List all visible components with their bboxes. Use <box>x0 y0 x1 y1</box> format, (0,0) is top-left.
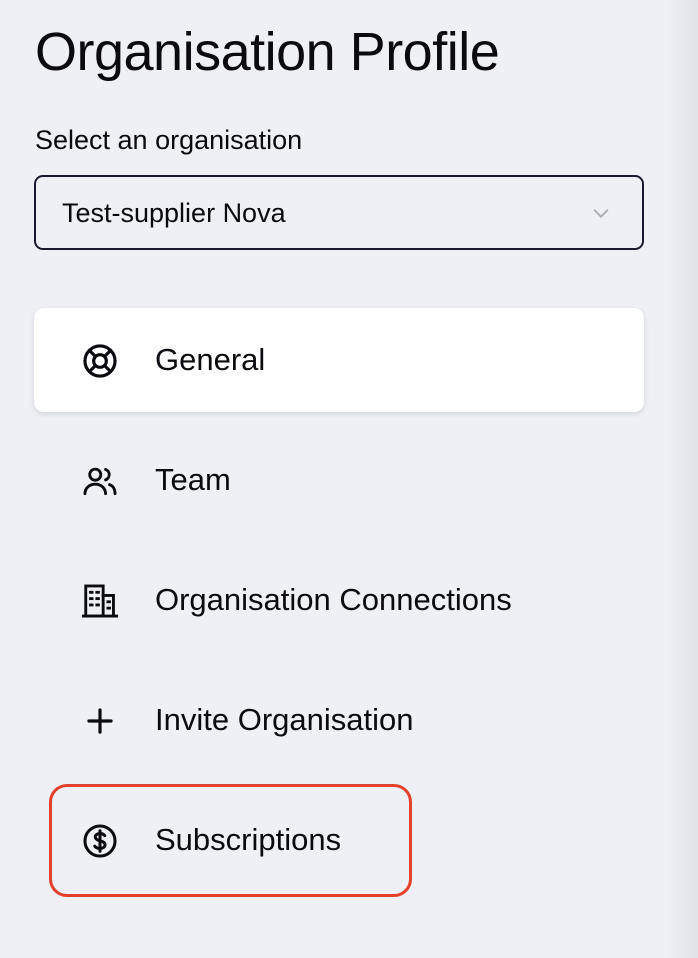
plus-icon <box>87 708 113 734</box>
users-icon <box>83 467 117 496</box>
page-title: Organisation Profile <box>35 22 500 82</box>
nav-label-subscriptions: Subscriptions <box>155 822 342 857</box>
nav-label-organisation-connections: Organisation Connections <box>155 582 512 617</box>
nav-label-team: Team <box>155 462 231 497</box>
scroll-edge-shadow <box>666 0 698 958</box>
building-icon <box>81 584 119 618</box>
chevron-down-icon <box>593 209 609 218</box>
org-select-value: Test-supplier Nova <box>62 198 286 228</box>
organisation-select[interactable]: Test-supplier Nova <box>34 175 644 250</box>
nav-item-team[interactable]: Team <box>34 428 644 532</box>
nav-item-general[interactable]: General <box>34 308 644 412</box>
org-select-label: Select an organisation <box>35 125 303 155</box>
lifebuoy-icon <box>83 344 117 378</box>
nav-item-invite-organisation[interactable]: Invite Organisation <box>34 668 644 772</box>
nav-item-subscriptions[interactable]: Subscriptions <box>34 788 644 892</box>
dollar-circle-icon <box>83 824 117 858</box>
nav-label-invite-organisation: Invite Organisation <box>155 702 414 737</box>
nav-item-organisation-connections[interactable]: Organisation Connections <box>34 548 644 652</box>
nav-label-general: General <box>155 342 266 377</box>
